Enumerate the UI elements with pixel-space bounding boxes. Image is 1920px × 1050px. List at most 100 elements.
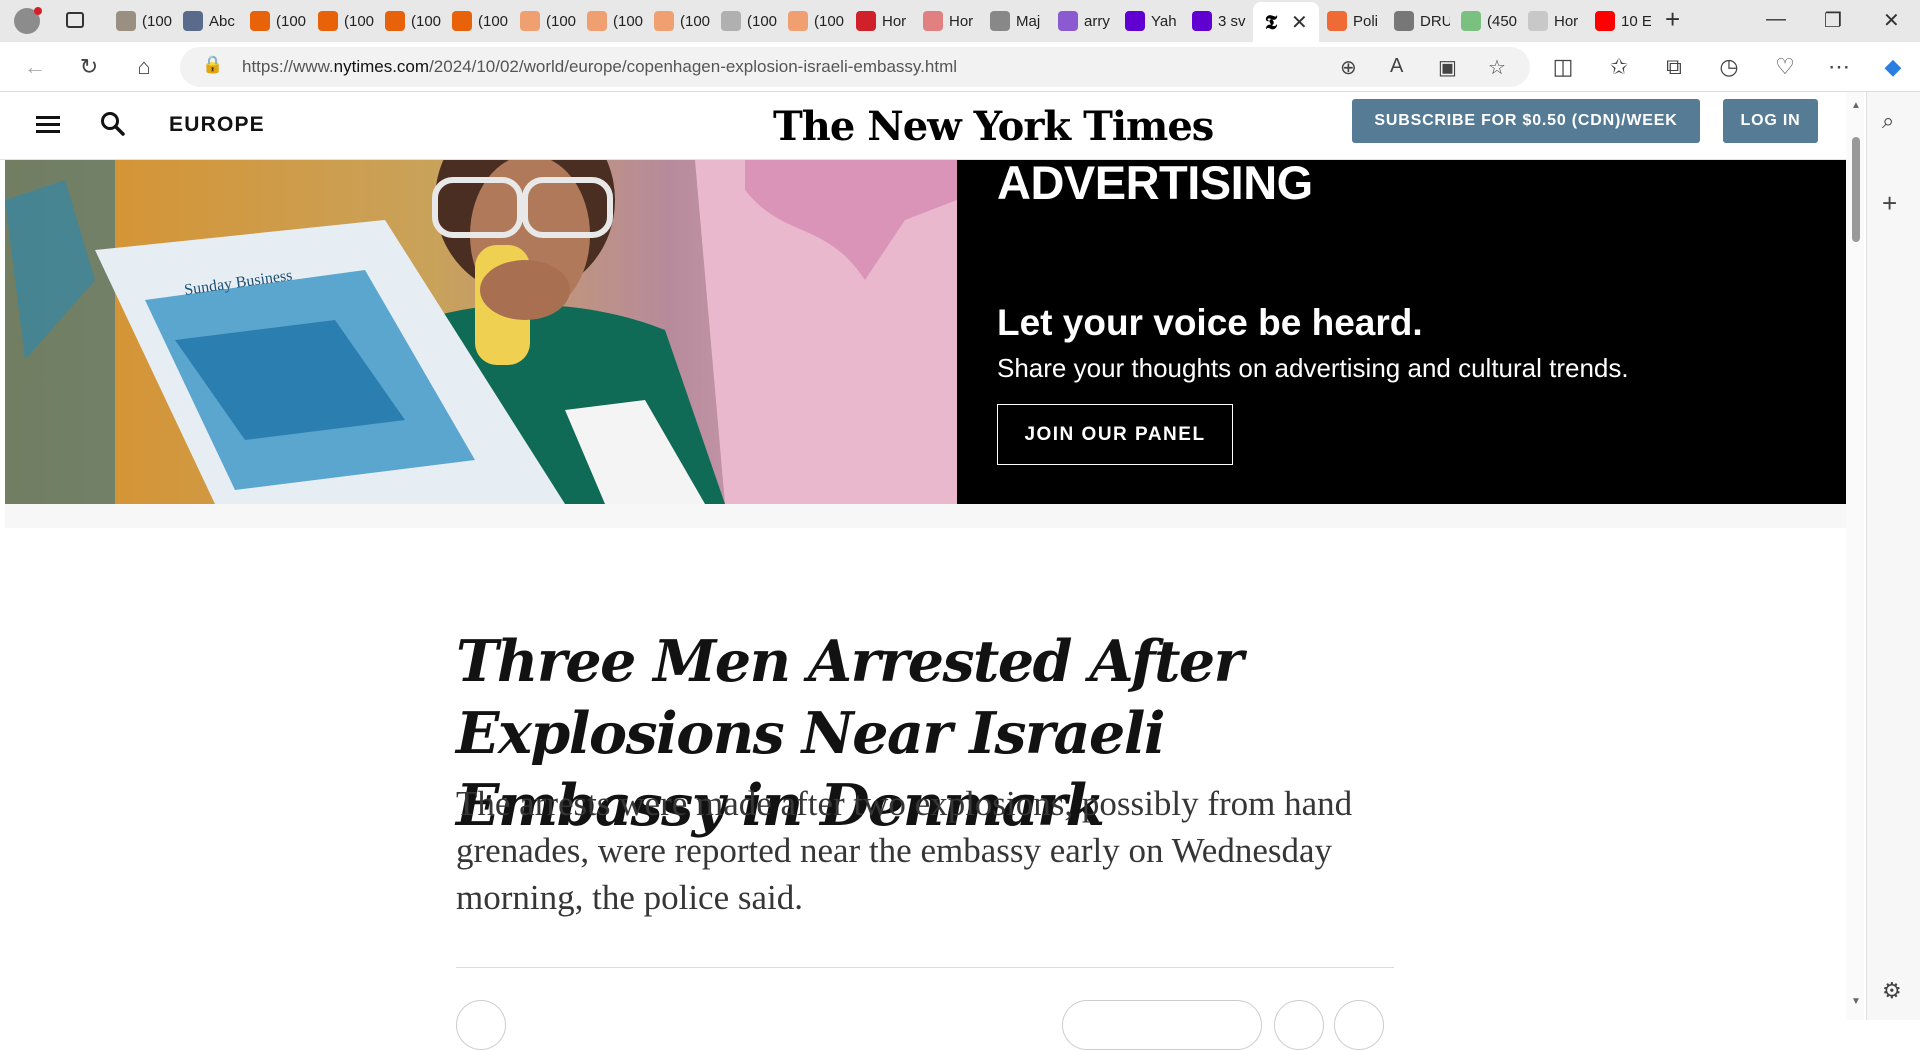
site-header: EUROPE The New York Times SUBSCRIBE FOR …	[0, 93, 1846, 160]
more-menu-icon[interactable]: ⋯	[1824, 52, 1854, 82]
read-aloud-icon[interactable]: A	[1390, 55, 1403, 78]
browser-tab[interactable]: 3 sv	[1192, 8, 1252, 34]
split-screen-icon[interactable]: ◫	[1548, 52, 1578, 82]
browser-tab[interactable]: (100	[654, 8, 714, 34]
back-icon[interactable]: ←	[20, 52, 50, 82]
yahoo-icon	[1125, 11, 1145, 31]
sidebar-search-icon[interactable]: ⌕	[1882, 108, 1894, 134]
tab-title: arry	[1084, 12, 1110, 30]
tab-title: (100	[814, 12, 844, 30]
collections-icon[interactable]: ⧉	[1659, 52, 1689, 82]
login-button[interactable]: LOG IN	[1723, 99, 1818, 143]
image-icon	[116, 11, 136, 31]
bookmark-icon	[385, 11, 405, 31]
performance-icon[interactable]: ♡	[1770, 52, 1800, 82]
g-icon	[1461, 11, 1481, 31]
browser-tab[interactable]: (100	[250, 8, 310, 34]
va-icon	[183, 11, 203, 31]
browser-tab[interactable]: (100	[452, 8, 512, 34]
browser-sidebar: ⌕ + ⚙	[1866, 92, 1920, 1020]
immersive-reader-icon[interactable]: ▣	[1438, 55, 1457, 80]
search-icon[interactable]	[100, 111, 126, 137]
browser-tab[interactable]: (100	[116, 8, 176, 34]
share-link-button[interactable]	[1274, 1000, 1324, 1050]
tab-title: (450	[1487, 12, 1517, 30]
home-icon[interactable]: ⌂	[129, 52, 159, 82]
article-summary: The arrests were made after two explosio…	[456, 784, 1353, 917]
address-bar[interactable]: 🔒 https://www.nytimes.com/2024/10/02/wor…	[180, 47, 1530, 87]
sidebar-add-icon[interactable]: +	[1882, 188, 1897, 219]
scroll-up-arrow[interactable]: ▲	[1851, 100, 1861, 111]
yahoo-icon	[1058, 11, 1078, 31]
page-scrollbar[interactable]: ▲ ▼	[1846, 92, 1864, 1020]
refresh-icon[interactable]: ↻	[74, 52, 104, 82]
lock-icon[interactable]: 🔒	[202, 55, 223, 75]
browser-tab[interactable]: (100	[788, 8, 848, 34]
copilot-icon[interactable]: ◆	[1878, 52, 1908, 82]
ad-description: Share your thoughts on advertising and c…	[997, 353, 1629, 383]
scroll-down-arrow[interactable]: ▼	[1851, 996, 1861, 1007]
browser-tab[interactable]: (100	[721, 8, 781, 34]
tab-title: Hor	[949, 12, 974, 30]
browser-tab[interactable]: (100	[587, 8, 647, 34]
bookmark-icon	[788, 11, 808, 31]
tab-title: (100	[276, 12, 306, 30]
scroll-thumb[interactable]	[1852, 137, 1860, 242]
sidebar-settings-icon[interactable]: ⚙	[1882, 978, 1902, 1004]
ad-photo: Sunday Business	[5, 160, 957, 504]
menu-icon[interactable]	[36, 116, 60, 134]
browser-tab[interactable]: (100	[385, 8, 445, 34]
favorite-star-icon[interactable]: ☆	[1488, 55, 1506, 80]
tab-title: (100	[344, 12, 374, 30]
tab-title: (100	[411, 12, 441, 30]
tab-title: (100	[680, 12, 710, 30]
tab-title: Poli	[1353, 12, 1379, 30]
browser-tab[interactable]: Hor	[856, 8, 916, 34]
browser-tab[interactable]: Hor	[923, 8, 983, 34]
image-icon	[721, 11, 741, 31]
browser-tab[interactable]: (100	[520, 8, 580, 34]
tab-title: Yah	[1151, 12, 1177, 30]
subscribe-button[interactable]: SUBSCRIBE FOR $0.50 (CDN)/WEEK	[1352, 99, 1700, 143]
browser-tab[interactable]: Hor	[1528, 8, 1588, 34]
tab-title: (100	[478, 12, 508, 30]
bookmark-icon	[452, 11, 472, 31]
url-text[interactable]: https://www.nytimes.com/2024/10/02/world…	[242, 57, 957, 77]
browser-tab[interactable]: Maj	[990, 8, 1050, 34]
ad-tagline: Let your voice be heard.	[997, 302, 1423, 343]
browser-tab[interactable]: Yah	[1125, 8, 1185, 34]
browser-tab[interactable]: Poli	[1327, 8, 1387, 34]
tab-title: Maj	[1016, 12, 1041, 30]
tab-nytimes-active[interactable]: 𝕿 ✕	[1253, 2, 1319, 42]
nyt-logo[interactable]: The New York Times	[773, 103, 1214, 150]
tab-title: (100	[613, 12, 643, 30]
browser-tab[interactable]: Abc	[183, 8, 243, 34]
minimize-button[interactable]: —	[1766, 8, 1786, 31]
tab-title: (100	[142, 12, 172, 30]
history-icon[interactable]: ◷	[1714, 52, 1744, 82]
save-article-button[interactable]	[1334, 1000, 1384, 1050]
join-panel-button[interactable]: JOIN OUR PANEL	[997, 404, 1233, 465]
browser-tab[interactable]: arry	[1058, 8, 1118, 34]
share-button[interactable]	[456, 1000, 506, 1050]
bird-icon	[1528, 11, 1548, 31]
close-window-button[interactable]: ✕	[1883, 8, 1900, 33]
favorites-icon[interactable]: ✩	[1604, 52, 1634, 82]
divider	[456, 967, 1394, 968]
browser-tab[interactable]: DRU	[1394, 8, 1454, 34]
browser-tab[interactable]: (450	[1461, 8, 1521, 34]
restore-button[interactable]: ❐	[1824, 8, 1842, 33]
tab-title: 3 sv	[1218, 12, 1246, 30]
ad-banner[interactable]: Sunday Business ADVERTISING Let your voi…	[5, 156, 1846, 504]
zoom-icon[interactable]: ⊕	[1340, 55, 1357, 80]
browser-tab[interactable]: 10 E	[1595, 8, 1655, 34]
new-tab-button[interactable]: +	[1665, 4, 1680, 35]
ad-spacer	[5, 504, 1846, 528]
tab-actions-icon[interactable]	[66, 12, 84, 28]
gift-article-button[interactable]	[1062, 1000, 1262, 1050]
ad-heading: ADVERTISING	[997, 156, 1313, 209]
nyt-icon: 𝕿	[1261, 10, 1281, 34]
section-label[interactable]: EUROPE	[169, 113, 265, 137]
close-tab-icon[interactable]: ✕	[1291, 10, 1308, 35]
browser-tab[interactable]: (100	[318, 8, 378, 34]
